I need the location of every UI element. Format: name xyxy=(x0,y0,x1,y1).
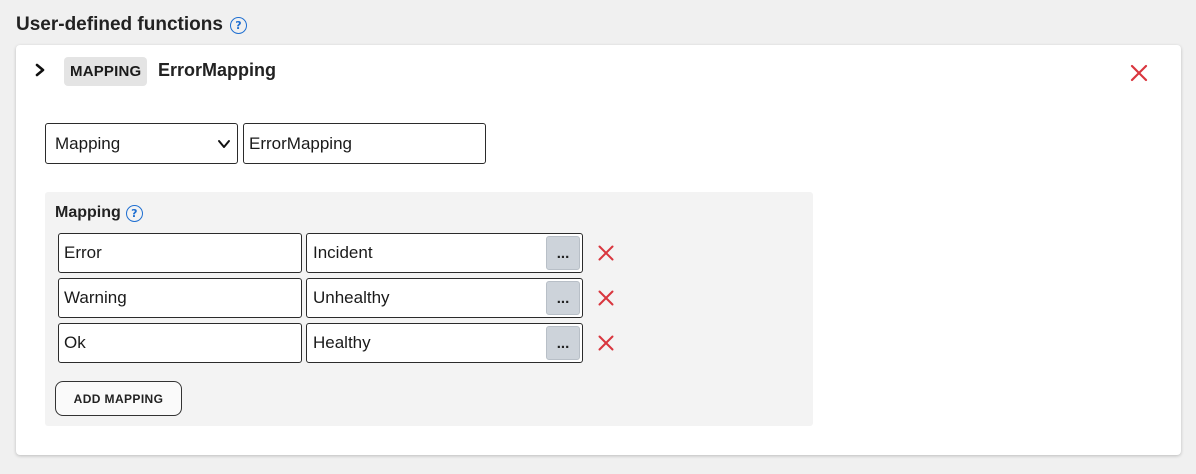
mapping-row: Error Incident ... xyxy=(58,233,618,274)
mapping-title: Mapping ? xyxy=(55,204,143,222)
chevron-down-icon xyxy=(218,140,230,148)
help-icon[interactable]: ? xyxy=(125,204,143,222)
mapping-key-input[interactable]: Ok xyxy=(58,323,302,363)
remove-row-icon[interactable] xyxy=(597,244,615,262)
mapping-panel: Mapping ? Error Incident ... Warning Unh… xyxy=(45,192,813,426)
function-type-badge: MAPPING xyxy=(64,57,148,86)
mapping-key-input[interactable]: Warning xyxy=(58,278,302,318)
more-options-button[interactable]: ... xyxy=(546,326,580,360)
close-x-icon[interactable] xyxy=(1129,63,1149,83)
more-options-button[interactable]: ... xyxy=(546,281,580,315)
function-name-heading: ErrorMapping xyxy=(158,60,277,80)
function-card-header[interactable]: MAPPING ErrorMapping xyxy=(16,55,1181,87)
mapping-value-input[interactable]: Incident ... xyxy=(306,233,583,273)
mapping-row: Ok Healthy ... xyxy=(58,323,618,364)
chevron-right-icon[interactable] xyxy=(33,61,47,79)
mapping-key-input[interactable]: Error xyxy=(58,233,302,273)
add-mapping-button[interactable]: ADD MAPPING xyxy=(55,381,182,416)
mapping-title-text: Mapping xyxy=(55,204,121,221)
function-type-select[interactable]: Mapping xyxy=(45,123,238,164)
mapping-value-input[interactable]: Healthy ... xyxy=(306,323,583,363)
more-options-button[interactable]: ... xyxy=(546,236,580,270)
help-icon[interactable]: ? xyxy=(229,16,247,34)
remove-row-icon[interactable] xyxy=(597,289,615,307)
section-title: User-defined functions ? xyxy=(16,14,247,36)
mapping-value-input[interactable]: Unhealthy ... xyxy=(306,278,583,318)
section-title-text: User-defined functions xyxy=(16,14,223,35)
function-type-select-value: Mapping xyxy=(55,133,121,153)
function-card: MAPPING ErrorMapping Mapping ErrorMappin… xyxy=(16,45,1181,455)
remove-row-icon[interactable] xyxy=(597,334,615,352)
mapping-value-text: Unhealthy xyxy=(313,288,390,307)
mapping-value-text: Healthy xyxy=(313,333,371,352)
function-name-input[interactable]: ErrorMapping xyxy=(243,123,486,164)
mapping-value-text: Incident xyxy=(313,243,373,262)
mapping-row: Warning Unhealthy ... xyxy=(58,278,618,319)
